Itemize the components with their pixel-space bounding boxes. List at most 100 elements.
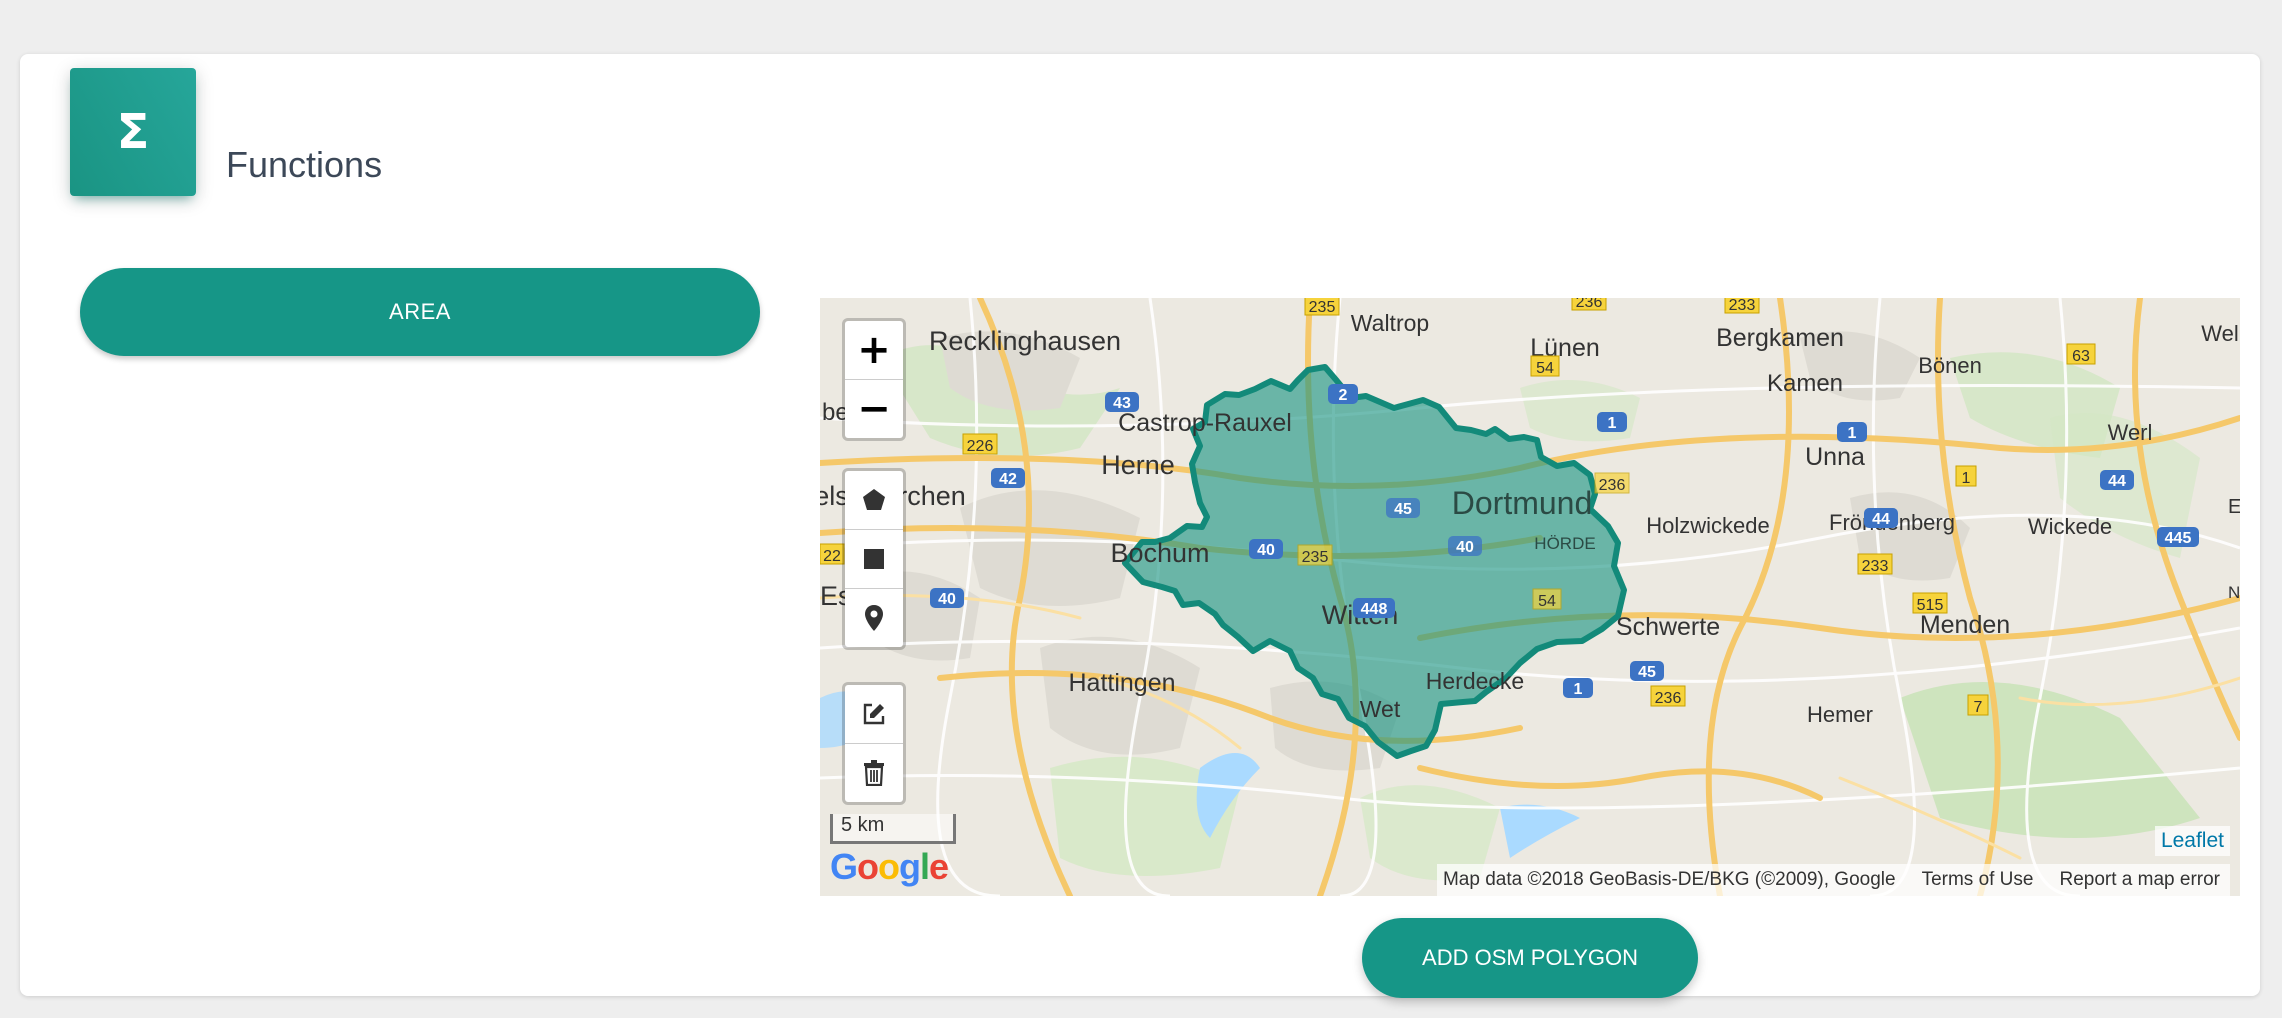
svg-text:1: 1: [1574, 681, 1583, 698]
road-shield: 235: [1304, 298, 1340, 316]
map-label: Herne: [1101, 450, 1175, 480]
edit-layers-button[interactable]: [845, 685, 903, 744]
autobahn-shield: 43: [1105, 392, 1139, 412]
svg-text:54: 54: [1538, 593, 1556, 610]
delete-layers-button[interactable]: [845, 744, 903, 802]
autobahn-shield: 45: [1386, 498, 1420, 518]
map-label: Waltrop: [1351, 310, 1429, 336]
draw-toolbar: [842, 468, 906, 650]
road-shield: 1: [1955, 465, 1977, 487]
svg-text:44: 44: [1872, 511, 1890, 528]
leaflet-link[interactable]: Leaflet: [2154, 826, 2230, 856]
svg-text:236: 236: [1655, 690, 1682, 707]
polygon-icon: [863, 489, 885, 510]
road-shield: 233: [1724, 298, 1760, 314]
svg-text:236: 236: [1576, 298, 1603, 311]
map-label: Wickede: [2028, 514, 2112, 539]
map-label: HÖRDE: [1534, 534, 1595, 553]
svg-text:40: 40: [1456, 539, 1474, 556]
google-logo: Google: [830, 846, 949, 887]
road-shield: 54: [1530, 355, 1560, 377]
svg-text:2: 2: [1339, 387, 1348, 404]
svg-text:45: 45: [1394, 501, 1412, 518]
edit-toolbar: [842, 682, 906, 805]
autobahn-shield: 45: [1630, 661, 1664, 681]
autobahn-shield: 1: [1597, 412, 1627, 432]
autobahn-shield: 44: [2100, 470, 2134, 490]
rectangle-icon: [864, 549, 884, 569]
draw-polygon-button[interactable]: [845, 471, 903, 530]
autobahn-shield: 445: [2157, 527, 2199, 547]
map-tiles[interactable]: Recklinghausen Waltrop Lünen Bergkamen W…: [820, 298, 2240, 896]
autobahn-shield: 448: [1353, 598, 1395, 618]
svg-text:22: 22: [823, 548, 841, 565]
map-label: NE: [2228, 583, 2240, 602]
svg-text:1: 1: [1848, 425, 1857, 442]
map-label: Werl: [2108, 420, 2153, 445]
area-button[interactable]: AREA: [80, 268, 760, 356]
svg-text:226: 226: [967, 438, 994, 455]
autobahn-shield: 44: [1864, 508, 1898, 528]
map-label: Menden: [1920, 611, 2010, 639]
svg-text:43: 43: [1113, 395, 1131, 412]
map-label: Wel: [2201, 321, 2239, 346]
svg-text:45: 45: [1638, 664, 1656, 681]
trash-icon: [864, 760, 884, 786]
svg-text:236: 236: [1599, 477, 1626, 494]
add-osm-polygon-button[interactable]: ADD OSM POLYGON: [1362, 918, 1698, 998]
draw-marker-button[interactable]: [845, 589, 903, 647]
report-map-error-link[interactable]: Report a map error: [2059, 869, 2220, 891]
zoom-out-button[interactable]: −: [845, 380, 903, 438]
map-label: Recklinghausen: [929, 326, 1121, 356]
terms-of-use-link[interactable]: Terms of Use: [1922, 869, 2034, 891]
svg-text:515: 515: [1917, 597, 1944, 614]
road-shield: 233: [1857, 553, 1893, 575]
map-label: Holzwickede: [1646, 513, 1770, 538]
map-label: Bochum: [1110, 538, 1209, 568]
minus-icon: −: [857, 386, 891, 432]
map-label: Castrop-Rauxel: [1118, 409, 1292, 437]
autobahn-shield: 42: [991, 468, 1025, 488]
map-label: Kamen: [1767, 370, 1843, 397]
road-shield: 236: [1650, 685, 1686, 707]
svg-text:445: 445: [2165, 530, 2192, 547]
autobahn-shield: 40: [1249, 539, 1283, 559]
draw-rectangle-button[interactable]: [845, 530, 903, 589]
map-label: Dortmund: [1452, 485, 1593, 521]
road-shield: 515: [1912, 592, 1948, 614]
map-label: Bergkamen: [1716, 324, 1844, 352]
road-shield: 54: [1532, 588, 1562, 610]
autobahn-shield: 40: [1448, 536, 1482, 556]
road-shield: 22: [820, 543, 845, 565]
svg-text:1: 1: [1608, 415, 1617, 432]
map-label: Schwerte: [1616, 613, 1720, 641]
zoom-in-button[interactable]: +: [845, 321, 903, 380]
autobahn-shield: 1: [1837, 422, 1867, 442]
autobahn-shield: 1: [1563, 678, 1593, 698]
map-label: Hemer: [1807, 702, 1873, 727]
road-shield: 63: [2066, 343, 2096, 365]
map-data-attribution: Map data ©2018 GeoBasis-DE/BKG (©2009), …: [1442, 869, 1896, 890]
map[interactable]: Recklinghausen Waltrop Lünen Bergkamen W…: [820, 298, 2240, 896]
svg-text:7: 7: [1974, 699, 1983, 716]
road-shield: 235: [1297, 544, 1333, 566]
autobahn-shield: 2: [1328, 384, 1358, 404]
svg-text:44: 44: [2108, 473, 2126, 490]
svg-text:54: 54: [1536, 360, 1554, 377]
map-label: Wet: [1360, 696, 1401, 722]
svg-text:233: 233: [1862, 558, 1889, 575]
card-title: Functions: [226, 144, 383, 185]
map-label: Unna: [1805, 443, 1865, 471]
map-label: Hattingen: [1068, 669, 1175, 697]
edit-icon: [863, 703, 885, 725]
road-shield: 236: [1594, 472, 1630, 494]
svg-text:1: 1: [1962, 470, 1971, 487]
map-label: Bönen: [1918, 353, 1982, 378]
map-label: Herdecke: [1426, 668, 1524, 694]
map-label: E: [2228, 496, 2240, 518]
autobahn-shield: 40: [930, 588, 964, 608]
road-shield: 236: [1571, 298, 1607, 311]
svg-text:42: 42: [999, 471, 1017, 488]
svg-text:233: 233: [1729, 298, 1756, 314]
map-attribution: Map data ©2018 GeoBasis-DE/BKG (©2009), …: [1436, 864, 2230, 896]
